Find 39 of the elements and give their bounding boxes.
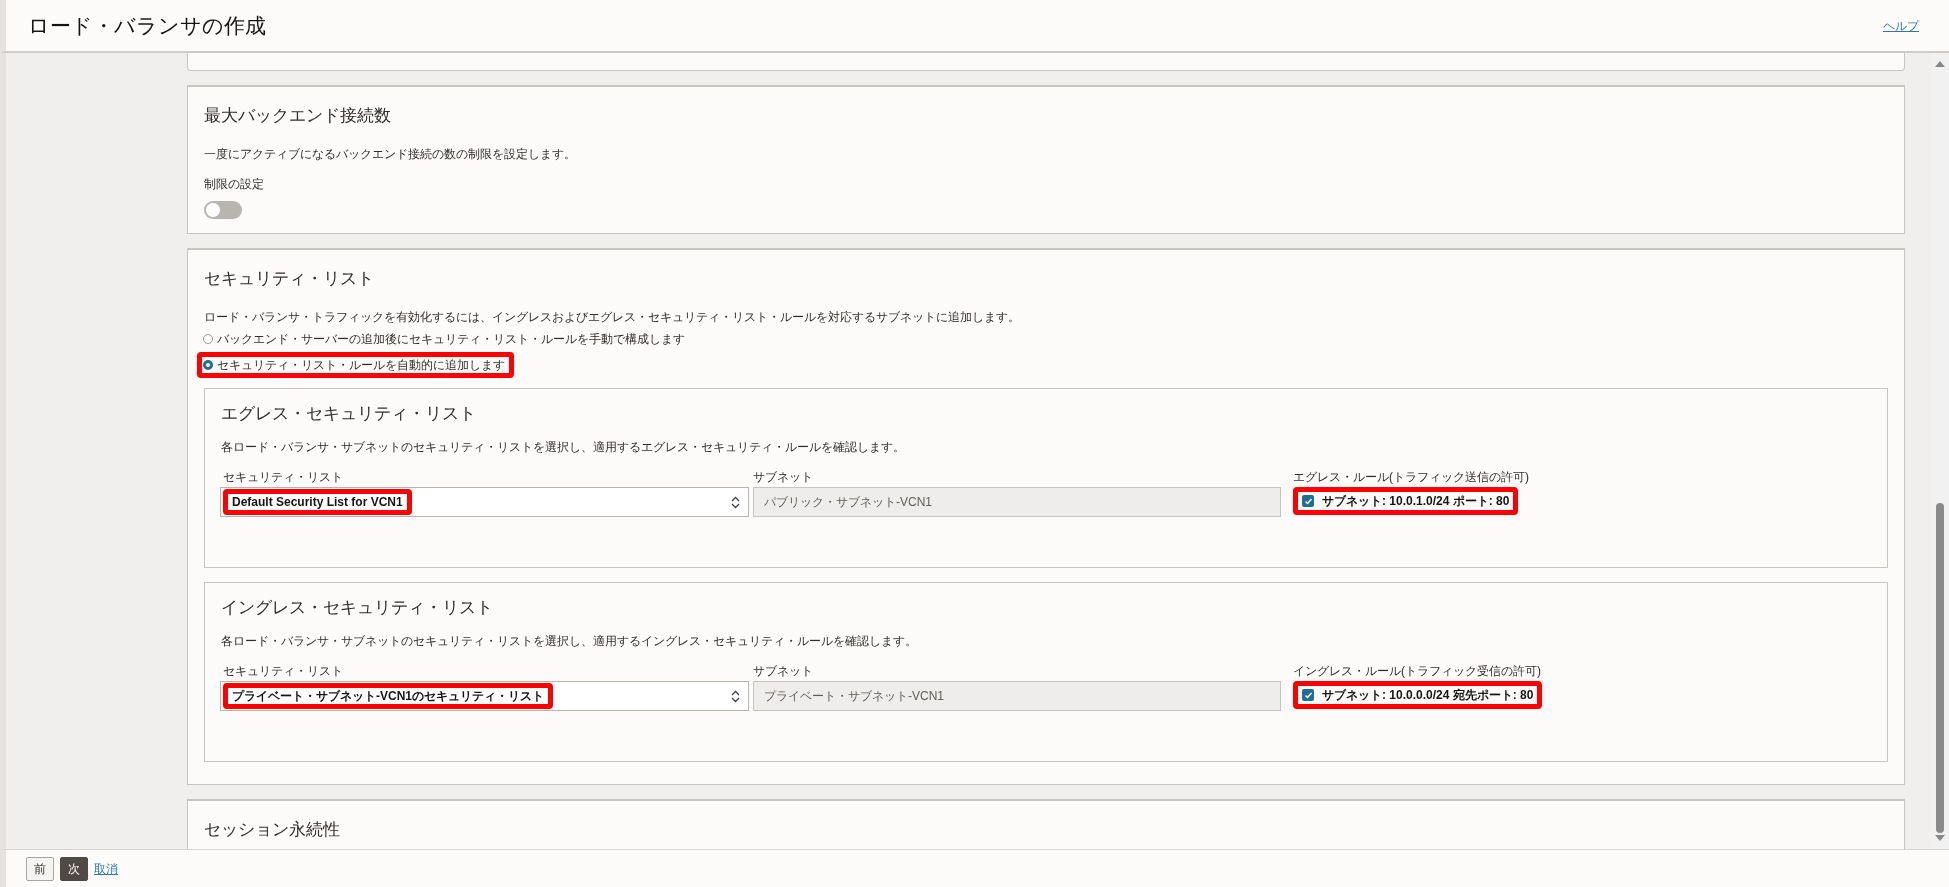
security-list-select[interactable]: Default Security List for VCN1 [220, 487, 749, 517]
rule-text: サブネット: 10.0.0.0/24 宛先ポート: 80 [1322, 687, 1534, 704]
subsection-description: 各ロード・バランサ・サブネットのセキュリティ・リストを選択し、適用するエグレス・セキュリティ・ルールを確認します。 [221, 439, 906, 456]
scrollbar[interactable] [1931, 53, 1949, 849]
field-label: セキュリティ・リスト [222, 469, 344, 486]
help-link[interactable]: ヘルプ [1883, 16, 1919, 35]
security-list-select[interactable]: プライベート・サブネット-VCN1のセキュリティ・リスト [220, 681, 749, 711]
subnet-field: プライベート・サブネット-VCN1 [753, 681, 1281, 711]
checkbox[interactable] [1302, 689, 1314, 701]
field-label: セキュリティ・リスト [222, 663, 344, 680]
radio-button[interactable] [203, 359, 213, 370]
card-description: 一度にアクティブになるバックエンド接続の数の制限を設定します。 [204, 145, 577, 163]
checkbox[interactable] [1302, 495, 1314, 507]
subsection-title: イングレス・セキュリティ・リスト [221, 596, 494, 619]
page-title: ロード・バランサの作成 [28, 12, 266, 39]
toggle-label: 制限の設定 [204, 175, 265, 193]
radio-label: バックエンド・サーバーの追加後にセキュリティ・リスト・ルールを手動で構成します [217, 330, 685, 348]
updown-caret-icon [731, 495, 740, 509]
card-title: セッション永続性 [204, 818, 341, 841]
field-label: サブネット [753, 469, 814, 486]
card-title: セキュリティ・リスト [204, 268, 375, 290]
card-description: ロード・バランサ・トラフィックを有効化するには、イングレスおよびエグレス・セキュリティ・リスト・ルールを対応するサブネットに追加します。 [204, 308, 1021, 326]
radio-button[interactable] [203, 333, 213, 344]
toggle-switch[interactable] [204, 200, 242, 219]
card-title: 最大バックエンド接続数 [204, 105, 392, 127]
field-label: サブネット [753, 663, 814, 680]
select-value: プライベート・サブネット-VCN1のセキュリティ・リスト [231, 688, 545, 704]
rule-text: サブネット: 10.0.1.0/24 ポート: 80 [1322, 493, 1510, 510]
field-label: エグレス・ルール(トラフィック送信の許可) [1293, 469, 1530, 486]
next-button[interactable]: 次 [60, 856, 88, 881]
subsection-title: エグレス・セキュリティ・リスト [221, 402, 477, 425]
radio-label: セキュリティ・リスト・ルールを自動的に追加します [217, 356, 505, 374]
updown-caret-icon [731, 689, 740, 703]
previous-button[interactable]: 前 [26, 856, 54, 881]
select-value: Default Security List for VCN1 [231, 494, 404, 510]
field-label: イングレス・ルール(トラフィック受信の許可) [1293, 663, 1542, 680]
cancel-link[interactable]: 取消 [94, 859, 118, 878]
subsection-description: 各ロード・バランサ・サブネットのセキュリティ・リストを選択し、適用するイングレス・セキュリティ・ルールを確認します。 [221, 633, 918, 650]
subnet-field: パブリック・サブネット-VCN1 [753, 487, 1281, 517]
